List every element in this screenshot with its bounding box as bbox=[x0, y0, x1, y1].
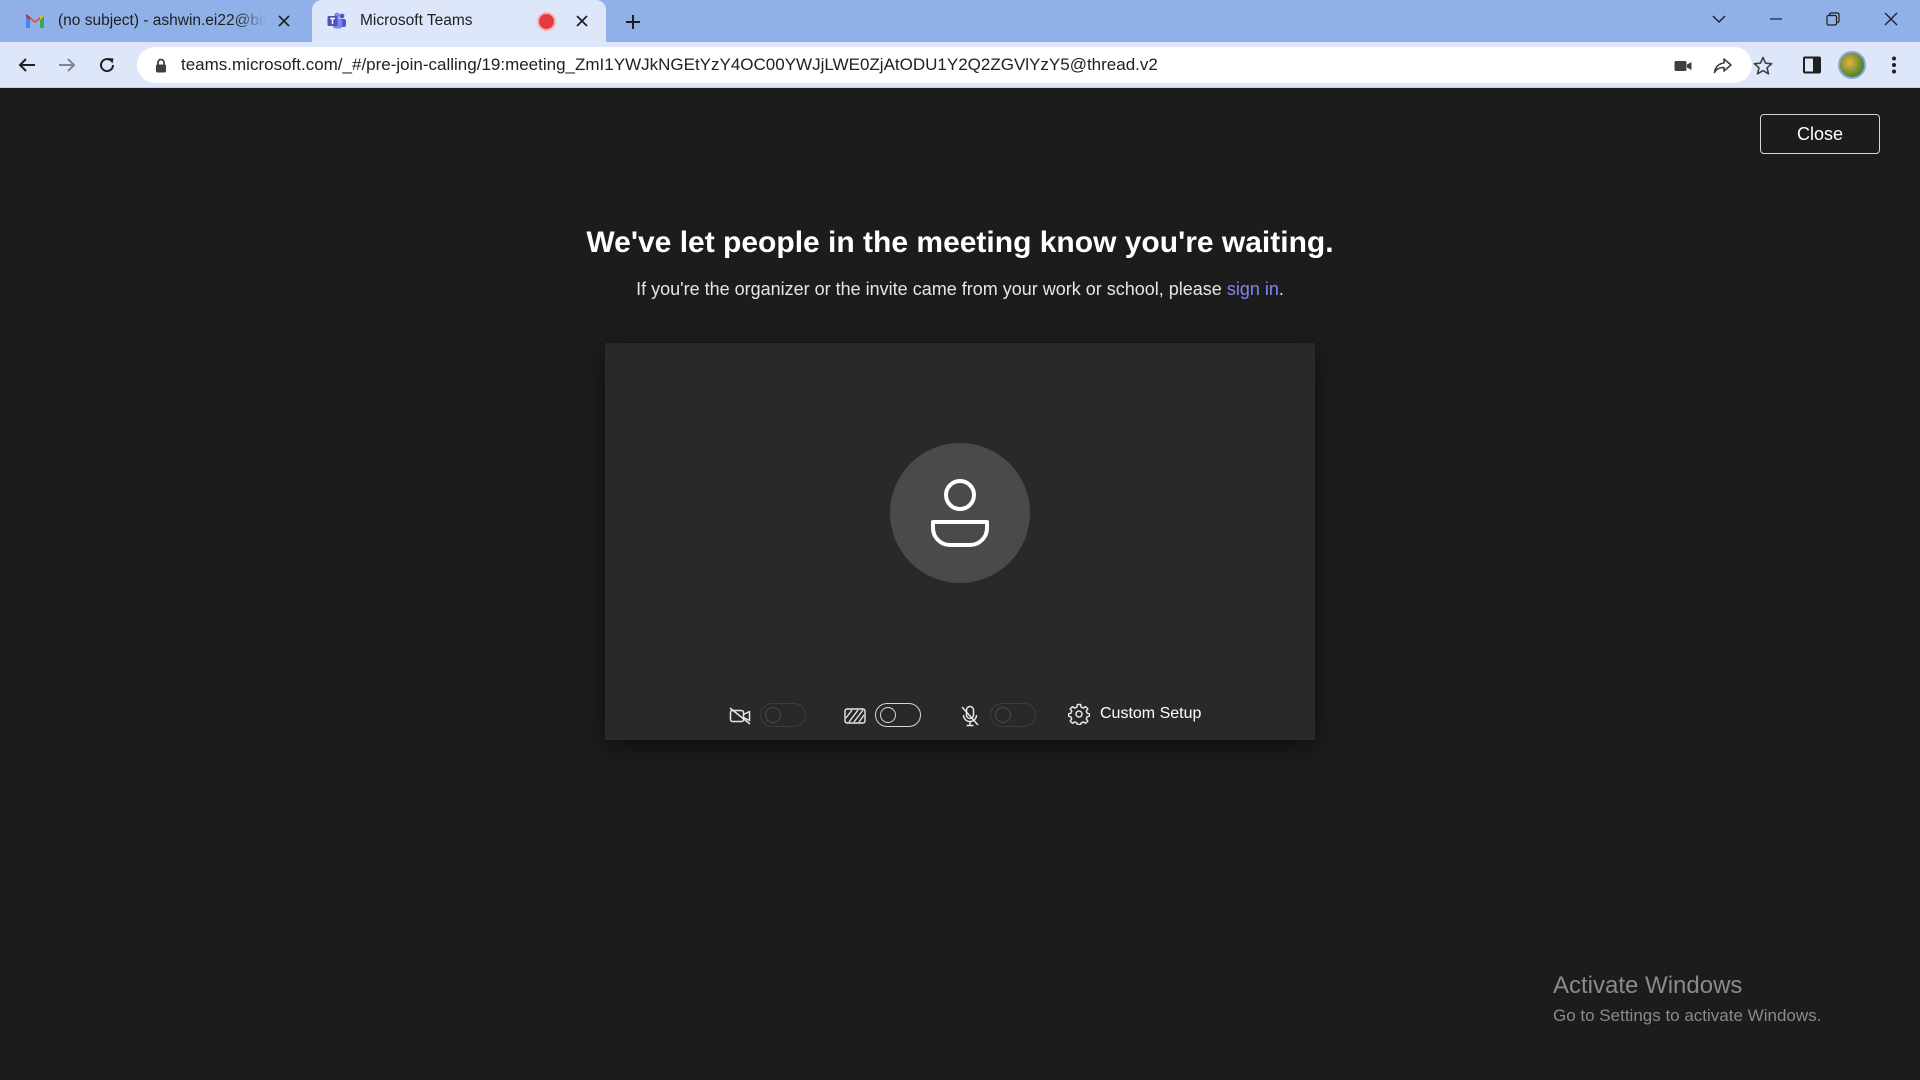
custom-setup-label: Custom Setup bbox=[1100, 705, 1202, 722]
camera-in-use-icon[interactable] bbox=[1672, 55, 1694, 77]
toggle-knob bbox=[995, 707, 1011, 723]
share-icon[interactable] bbox=[1712, 55, 1734, 77]
gmail-icon bbox=[24, 10, 46, 32]
watermark-subtitle: Go to Settings to activate Windows. bbox=[1553, 1006, 1822, 1025]
more-vertical-icon bbox=[1892, 56, 1896, 74]
forward-button[interactable] bbox=[51, 49, 83, 81]
camera-toggle[interactable] bbox=[760, 703, 806, 727]
camera-off-icon bbox=[728, 704, 752, 728]
profile-button[interactable] bbox=[1836, 49, 1868, 81]
restore-button[interactable] bbox=[1808, 0, 1858, 38]
reload-icon bbox=[100, 58, 115, 73]
tab-teams[interactable]: Microsoft Teams bbox=[312, 0, 606, 42]
person-icon bbox=[931, 479, 989, 547]
sign-in-prompt: If you're the organizer or the invite ca… bbox=[0, 279, 1920, 300]
minimize-button[interactable] bbox=[1751, 0, 1801, 38]
new-tab-button[interactable] bbox=[620, 9, 646, 35]
star-icon[interactable] bbox=[1752, 55, 1774, 77]
sign-in-prompt-text: If you're the organizer or the invite ca… bbox=[636, 279, 1227, 299]
mic-off-icon bbox=[958, 704, 982, 728]
close-icon[interactable] bbox=[570, 9, 594, 33]
tab-search-button[interactable] bbox=[1694, 0, 1744, 38]
gear-icon bbox=[1068, 703, 1090, 725]
custom-setup-button[interactable]: Custom Setup bbox=[1068, 703, 1201, 725]
sign-in-link[interactable]: sign in bbox=[1227, 279, 1279, 299]
browser-tab-bar: (no subject) - ashwin.ei22@bitsathy.ac.i… bbox=[0, 0, 1920, 42]
mic-toggle[interactable] bbox=[990, 703, 1036, 727]
tab-title: Microsoft Teams bbox=[360, 12, 473, 29]
side-panel-button[interactable] bbox=[1796, 49, 1828, 81]
tab-gmail[interactable]: (no subject) - ashwin.ei22@bitsathy.ac.i… bbox=[0, 0, 308, 42]
address-bar[interactable]: teams.microsoft.com/_#/pre-join-calling/… bbox=[137, 47, 1773, 83]
restore-icon bbox=[1826, 12, 1840, 26]
chevron-down-icon bbox=[1712, 15, 1726, 23]
device-controls: Custom Setup bbox=[605, 695, 1315, 735]
close-icon[interactable] bbox=[272, 9, 296, 33]
avatar bbox=[1838, 51, 1866, 79]
reload-button[interactable] bbox=[91, 49, 123, 81]
background-effects-toggle[interactable] bbox=[875, 703, 921, 727]
watermark-title: Activate Windows bbox=[1553, 972, 1743, 999]
recording-icon bbox=[539, 13, 554, 29]
window-close-button[interactable] bbox=[1866, 0, 1916, 38]
lock-icon[interactable] bbox=[151, 55, 171, 75]
browser-toolbar: teams.microsoft.com/_#/pre-join-calling/… bbox=[0, 42, 1920, 88]
plus-icon bbox=[626, 15, 640, 29]
toggle-knob bbox=[765, 707, 781, 723]
avatar bbox=[890, 443, 1030, 583]
close-icon bbox=[1884, 12, 1898, 26]
tab-title: (no subject) - ashwin.ei22@bitsathy.ac.i… bbox=[58, 12, 266, 29]
arrow-right-icon bbox=[59, 58, 76, 72]
back-button[interactable] bbox=[11, 49, 43, 81]
sign-in-prompt-period: . bbox=[1278, 279, 1284, 299]
close-button[interactable]: Close bbox=[1760, 114, 1880, 154]
video-preview-panel: Custom Setup bbox=[605, 343, 1315, 740]
activate-windows-watermark: Activate Windows Go to Settings to activ… bbox=[1553, 972, 1821, 1026]
toggle-knob bbox=[880, 707, 896, 723]
page-title: We've let people in the meeting know you… bbox=[586, 226, 1334, 259]
browser-menu-button[interactable] bbox=[1878, 49, 1910, 81]
arrow-left-icon bbox=[18, 58, 35, 72]
side-panel-icon bbox=[1803, 56, 1821, 74]
teams-icon bbox=[326, 10, 348, 32]
url-text[interactable]: teams.microsoft.com/_#/pre-join-calling/… bbox=[181, 55, 1158, 75]
background-blur-icon bbox=[843, 704, 867, 728]
minimize-icon bbox=[1770, 18, 1782, 20]
